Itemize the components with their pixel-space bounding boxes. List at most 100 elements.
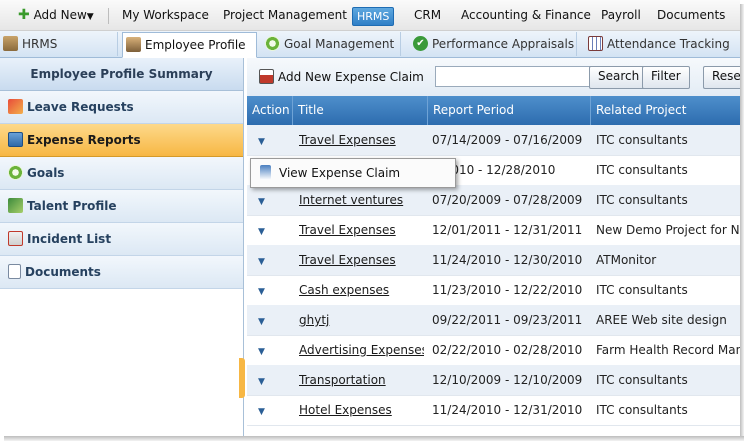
- table-row[interactable]: ▼ Advertising Expenses 02/22/2010 - 02/28/…: [247, 335, 740, 366]
- sidebar-item-incident-list[interactable]: Incident List: [0, 223, 243, 256]
- row-title-link[interactable]: ghytj: [299, 305, 424, 335]
- caret-down-icon: ▼: [258, 407, 265, 417]
- row-action-dropdown[interactable]: ▼: [258, 185, 288, 215]
- menu-documents[interactable]: Documents: [657, 0, 725, 30]
- row-title-link[interactable]: Cash expenses: [299, 275, 424, 305]
- sidebar-item-leave-requests[interactable]: Leave Requests: [0, 91, 243, 124]
- row-action-dropdown[interactable]: ▼: [258, 125, 288, 155]
- window-shadow-right: [740, 4, 744, 440]
- view-claim-icon: [260, 165, 271, 180]
- caret-down-icon: ▼: [258, 347, 265, 357]
- incident-icon: [8, 231, 23, 246]
- sidebar-collapse-handle[interactable]: [239, 358, 245, 398]
- add-new-menu[interactable]: ✚ Add New▼: [18, 0, 94, 30]
- row-report-period: 11/24/2010 - 12/30/2010: [432, 253, 583, 267]
- view-expense-claim-label: View Expense Claim: [279, 166, 401, 180]
- search-input[interactable]: [435, 66, 593, 87]
- employee-profile-icon: [126, 37, 141, 52]
- sidebar-item-expense-reports[interactable]: Expense Reports: [0, 124, 243, 157]
- add-expense-claim-button[interactable]: Add New Expense Claim: [259, 67, 424, 87]
- menu-accounting-finance[interactable]: Accounting & Finance: [461, 0, 591, 30]
- table-row[interactable]: ▼ Travel Expenses 11/24/2010 - 12/30/2010 A…: [247, 245, 740, 276]
- view-expense-claim-menu-item[interactable]: View Expense Claim: [251, 159, 455, 187]
- tab-performance-appraisals[interactable]: ✔ Performance Appraisals: [410, 32, 577, 56]
- caret-down-icon: ▼: [258, 257, 265, 267]
- row-action-dropdown[interactable]: ▼: [258, 245, 288, 275]
- row-action-dropdown[interactable]: ▼: [258, 215, 288, 245]
- menu-project-management[interactable]: Project Management: [223, 0, 347, 30]
- menu-my-workspace[interactable]: My Workspace: [122, 0, 209, 30]
- row-title-link[interactable]: Transportation: [299, 365, 424, 395]
- row-action-dropdown[interactable]: ▼: [258, 305, 288, 335]
- row-title-link[interactable]: Advertising Expenses: [299, 335, 424, 365]
- column-header-report-period[interactable]: Report Period: [428, 96, 591, 125]
- people-icon: [3, 36, 18, 51]
- filter-button[interactable]: Filter: [642, 66, 690, 89]
- caret-down-icon: ▼: [258, 377, 265, 387]
- row-report-period: 07/14/2009 - 07/16/2009: [432, 133, 583, 147]
- menu-payroll[interactable]: Payroll: [601, 0, 641, 30]
- table-row[interactable]: ▼ Hotel Expenses 11/24/2010 - 12/31/2010 IT…: [247, 395, 740, 426]
- row-title-link[interactable]: Hotel Expenses: [299, 395, 424, 425]
- row-action-dropdown[interactable]: ▼: [258, 395, 288, 425]
- action-popup-menu: View Expense Claim: [250, 158, 456, 188]
- search-button[interactable]: Search: [589, 66, 649, 89]
- sidebar-item-talent-profile[interactable]: Talent Profile: [0, 190, 243, 223]
- table-row[interactable]: ▼ Travel Expenses 12/01/2011 - 12/31/2011 N…: [247, 215, 740, 246]
- dropdown-arrow-icon: ▼: [86, 12, 94, 22]
- sidebar-item-goals[interactable]: Goals: [0, 157, 243, 190]
- add-new-label: Add New: [33, 8, 87, 22]
- table-row[interactable]: ▼ Cash expenses 11/23/2010 - 12/22/2010 ITC…: [247, 275, 740, 306]
- tab-attendance-tracking[interactable]: Attendance Tracking: [585, 32, 740, 56]
- check-icon: ✔: [413, 36, 428, 51]
- table-row[interactable]: ▼ Travel Expenses 07/14/2009 - 07/16/2009 I…: [247, 125, 740, 156]
- row-related-project: ITC consultants: [596, 283, 688, 297]
- goal-icon: [265, 36, 280, 51]
- tab-employee-profile[interactable]: Employee Profile: [122, 32, 257, 58]
- tab-hrms[interactable]: HRMS: [0, 32, 118, 56]
- table-row[interactable]: ▼ Internet ventures 07/20/2009 - 07/28/200…: [247, 185, 740, 216]
- sidebar-item-label: Documents: [25, 265, 101, 279]
- caret-down-icon: ▼: [258, 317, 265, 327]
- tab-goal-management[interactable]: Goal Management: [262, 32, 401, 56]
- calendar-grid-icon: [588, 36, 603, 51]
- tab-label: Goal Management: [284, 37, 395, 51]
- row-report-period: 02/22/2010 - 02/28/2010: [432, 343, 583, 357]
- sidebar-item-label: Leave Requests: [27, 100, 134, 114]
- row-action-dropdown[interactable]: ▼: [258, 365, 288, 395]
- row-related-project: New Demo Project for Ne: [596, 223, 740, 237]
- sidebar-item-label: Incident List: [27, 232, 112, 246]
- row-report-period: 09/22/2011 - 09/23/2011: [432, 313, 583, 327]
- column-header-title[interactable]: Title: [293, 96, 428, 125]
- caret-down-icon: ▼: [258, 197, 265, 207]
- tab-label: Performance Appraisals: [432, 37, 575, 51]
- tab-label: Attendance Tracking: [607, 37, 730, 51]
- row-title-link[interactable]: Travel Expenses: [299, 245, 424, 275]
- row-related-project: ITC consultants: [596, 163, 688, 177]
- row-report-period: 07/20/2009 - 07/28/2009: [432, 193, 583, 207]
- reset-button[interactable]: Rese: [703, 66, 740, 89]
- leave-icon: [8, 99, 23, 114]
- row-report-period: 12/01/2011 - 12/31/2011: [432, 223, 583, 237]
- grid-header: Action Title Report Period Related Proje…: [247, 96, 740, 125]
- goal-icon: [8, 165, 23, 180]
- column-header-action[interactable]: Action: [247, 96, 293, 125]
- row-title-link[interactable]: Travel Expenses: [299, 125, 424, 155]
- sidebar: Employee Profile Summary Leave Requests …: [0, 58, 245, 436]
- sidebar-item-documents[interactable]: Documents: [0, 256, 243, 289]
- table-row[interactable]: ▼ Transportation 12/10/2009 - 12/10/2009 IT…: [247, 365, 740, 396]
- menu-crm[interactable]: CRM: [414, 0, 441, 30]
- expense-report-icon: [8, 132, 23, 147]
- sidebar-item-label: Expense Reports: [27, 133, 141, 147]
- top-menu-bar: ✚ Add New▼ My Workspace Project Manageme…: [0, 0, 740, 31]
- row-related-project: ITC consultants: [596, 403, 688, 417]
- column-header-related-project[interactable]: Related Project: [591, 96, 740, 125]
- row-title-link[interactable]: Travel Expenses: [299, 215, 424, 245]
- row-action-dropdown[interactable]: ▼: [258, 275, 288, 305]
- row-action-dropdown[interactable]: ▼: [258, 335, 288, 365]
- table-row[interactable]: ▼ ghytj 09/22/2011 - 09/23/2011 AREE Web si…: [247, 305, 740, 336]
- sidebar-header: Employee Profile Summary: [0, 58, 243, 91]
- menu-hrms[interactable]: HRMS: [352, 7, 395, 26]
- row-title-link[interactable]: Internet ventures: [299, 185, 424, 215]
- row-report-period: 12/10/2009 - 12/10/2009: [432, 373, 583, 387]
